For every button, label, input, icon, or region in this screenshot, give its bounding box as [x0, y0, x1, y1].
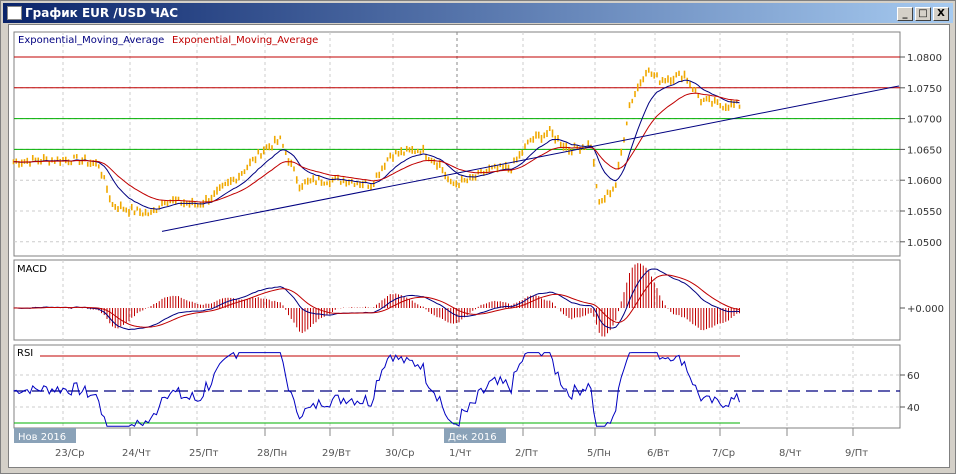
rsi-label: 60 — [907, 371, 920, 382]
month-label: Дек 2016 — [448, 432, 497, 443]
x-tick-label: 24/Чт — [122, 448, 151, 459]
rsi-title: RSI — [17, 348, 33, 359]
month-label: Нов 2016 — [18, 432, 66, 443]
x-tick-label: 30/Ср — [385, 448, 414, 459]
x-tick-label: 25/Пт — [189, 448, 219, 459]
x-tick-label: 29/Вт — [322, 448, 351, 459]
price-label: 1.0700 — [907, 115, 942, 126]
price-label: 1.0500 — [907, 238, 942, 249]
price-label: 1.0550 — [907, 207, 942, 218]
x-tick-label: 1/Чт — [449, 448, 472, 459]
macd-zero-label: +0.000 — [907, 304, 944, 315]
macd-title: MACD — [17, 264, 47, 275]
price-chart[interactable]: 23/Ср 24/Чт 25/Пт 28/Пн 29/Вт 30/Ср 1/Чт 2/Пт 5/… — [0, 0, 956, 474]
price-label: 1.0650 — [907, 145, 942, 156]
rsi-label: 40 — [907, 403, 920, 414]
x-tick-label: 2/Пт — [515, 448, 538, 459]
x-tick-label: 23/Ср — [55, 448, 84, 459]
legend-ema-fast: Exponential_Moving_Average — [18, 35, 164, 46]
x-tick-label: 9/Пт — [845, 448, 868, 459]
price-label: 1.0750 — [907, 84, 942, 95]
x-tick-label: 5/Пн — [587, 448, 611, 459]
x-tick-label: 7/Ср — [712, 448, 735, 459]
legend-ema-slow: Exponential_Moving_Average — [172, 35, 318, 46]
price-label: 1.0800 — [907, 53, 942, 64]
main-panel — [13, 31, 901, 257]
price-label: 1.0600 — [907, 176, 942, 187]
x-tick-label: 28/Пн — [257, 448, 287, 459]
x-tick-label: 6/Вт — [647, 448, 670, 459]
x-tick-label: 8/Чт — [779, 448, 802, 459]
